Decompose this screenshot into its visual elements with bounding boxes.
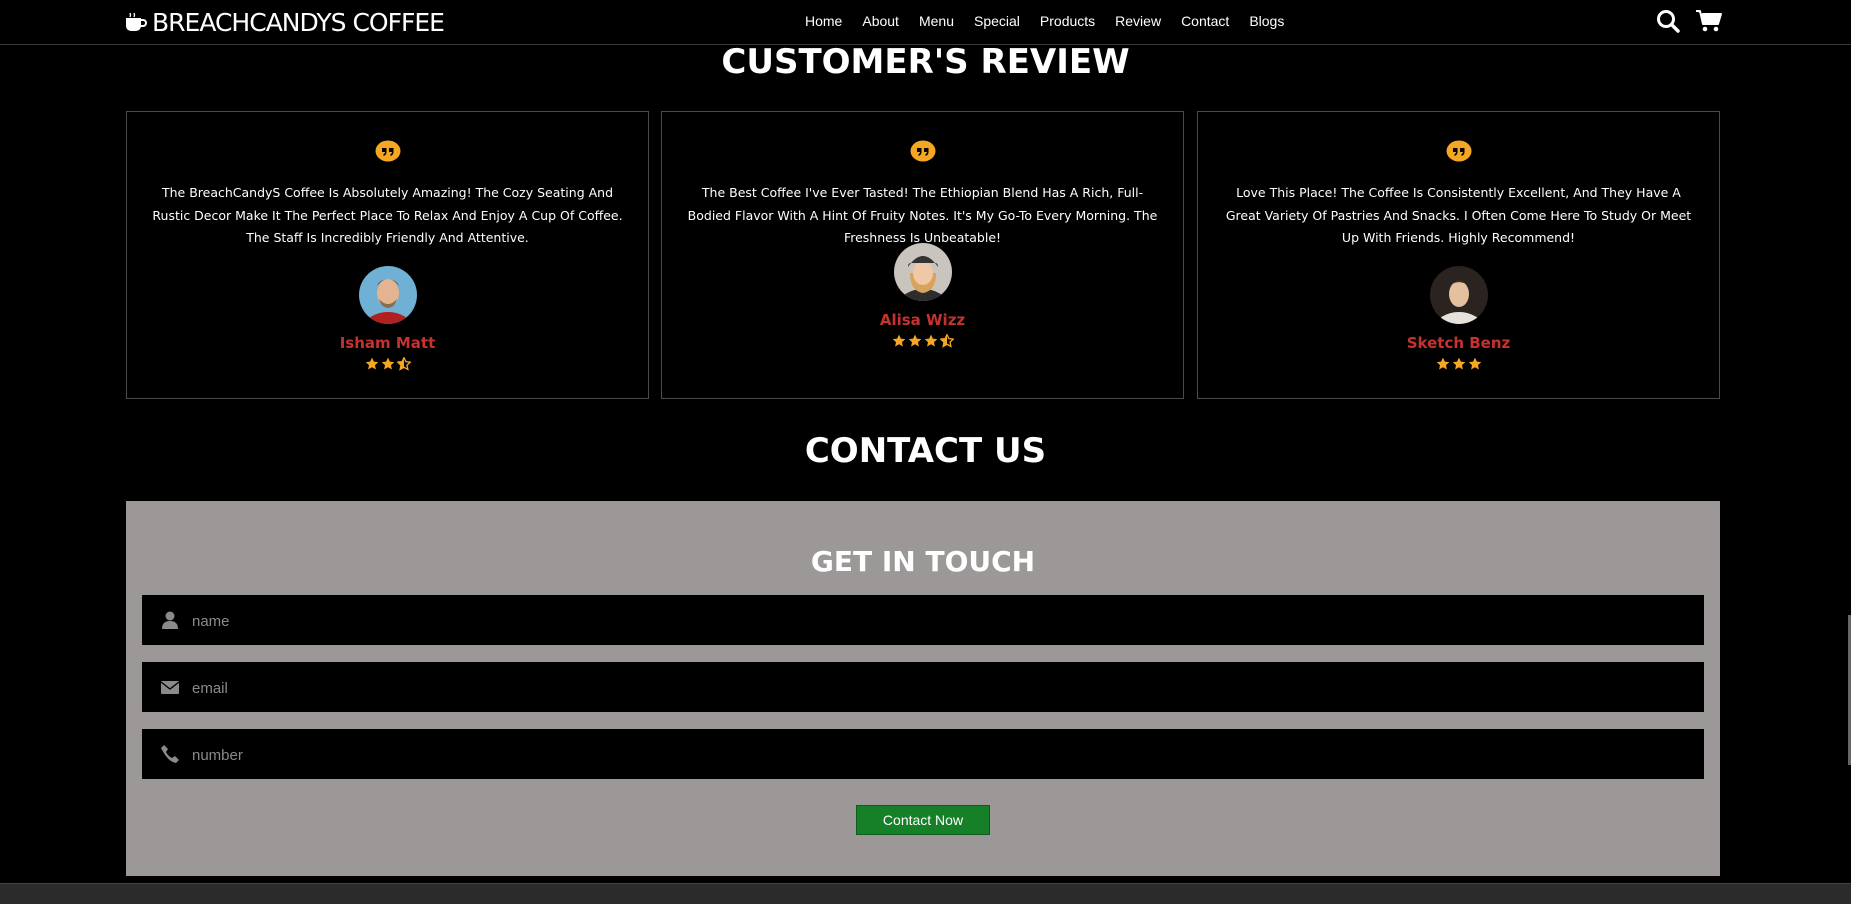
contact-form: GET IN TOUCH Contact Now (126, 501, 1720, 876)
reviewer-name: Alisa Wizz (879, 311, 966, 329)
email-input[interactable] (190, 662, 1674, 714)
review-card: Love This Place! The Coffee Is Consisten… (1197, 111, 1720, 399)
avatar (1429, 266, 1488, 324)
star-rating (1198, 357, 1719, 371)
star-icon (1452, 357, 1465, 370)
star-icon (1436, 357, 1449, 370)
star-icon (365, 357, 378, 370)
site-logo[interactable]: BREACHCANDYS COFFEE (124, 8, 445, 37)
contact-subtitle: GET IN TOUCH (810, 545, 1036, 578)
nav-contact[interactable]: Contact (1181, 13, 1229, 29)
taskbar (0, 883, 1851, 904)
nav-home[interactable]: Home (805, 13, 842, 29)
reviewer-name: Sketch Benz (1406, 334, 1511, 352)
quote-icon (375, 140, 400, 162)
site-header: BREACHCANDYS COFFEE Home About Menu Spec… (0, 0, 1851, 45)
nav-blogs[interactable]: Blogs (1249, 13, 1284, 29)
nav-special[interactable]: Special (974, 13, 1020, 29)
review-text: The Best Coffee I've Ever Tasted! The Et… (687, 185, 1158, 245)
avatar (893, 243, 952, 301)
review-card: The BreachCandyS Coffee Is Absolutely Am… (126, 111, 649, 399)
search-icon[interactable] (1655, 8, 1681, 34)
nav-products[interactable]: Products (1040, 13, 1095, 29)
star-icon (381, 357, 394, 370)
main-nav: Home About Menu Special Products Review … (805, 13, 1304, 29)
email-field[interactable] (142, 662, 1704, 714)
star-rating (662, 334, 1183, 348)
review-text: Love This Place! The Coffee Is Consisten… (1225, 185, 1692, 245)
contact-title: CONTACT US (804, 431, 1047, 471)
nav-review[interactable]: Review (1115, 13, 1161, 29)
contact-now-button[interactable]: Contact Now (856, 805, 990, 835)
star-icon (1468, 357, 1481, 370)
phone-icon (161, 745, 179, 763)
name-field[interactable] (142, 595, 1704, 647)
quote-icon (1446, 140, 1471, 162)
cart-icon[interactable] (1695, 8, 1723, 34)
person-avatar-icon (1429, 266, 1488, 324)
number-field[interactable] (142, 729, 1704, 781)
review-text: The BreachCandyS Coffee Is Absolutely Am… (152, 185, 623, 245)
envelope-icon (160, 681, 180, 694)
star-icon (908, 334, 921, 347)
coffee-cup-icon (126, 12, 147, 31)
avatar (358, 266, 417, 324)
user-icon (162, 611, 178, 629)
nav-menu[interactable]: Menu (919, 13, 954, 29)
reviews-title: CUSTOMER'S REVIEW (721, 42, 1130, 82)
logo-text: BREACHCANDYS COFFEE (152, 8, 445, 37)
person-avatar-icon (358, 266, 417, 324)
half-star-icon (396, 357, 411, 371)
nav-about[interactable]: About (862, 13, 899, 29)
star-icon (892, 334, 905, 347)
star-icon (924, 334, 937, 347)
reviewer-name: Isham Matt (339, 334, 436, 352)
quote-icon (910, 140, 935, 162)
half-star-icon (939, 334, 954, 348)
name-input[interactable] (190, 595, 1674, 647)
person-avatar-icon (893, 243, 952, 301)
star-rating (127, 357, 648, 371)
number-input[interactable] (190, 729, 1674, 781)
review-card: The Best Coffee I've Ever Tasted! The Et… (661, 111, 1184, 399)
